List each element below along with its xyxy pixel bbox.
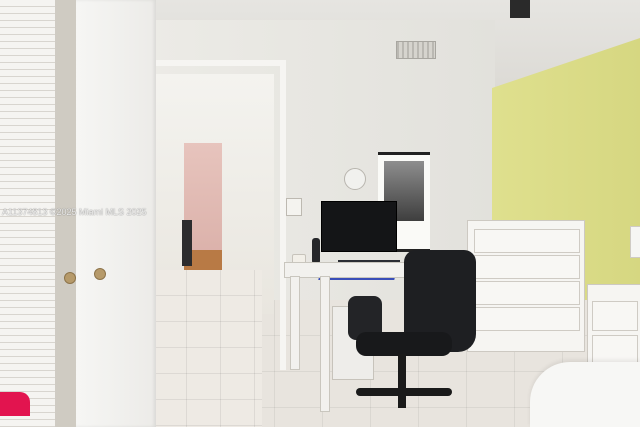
white-dresser [467, 220, 585, 352]
pink-object [0, 392, 30, 416]
drawer [592, 301, 638, 331]
drawer [474, 229, 580, 253]
watermark-text: A11374813 ©2025 Miami MLS 2025 [2, 207, 147, 217]
microphone [312, 238, 320, 264]
drawer [592, 335, 638, 365]
computer-monitor [321, 201, 397, 252]
ceiling-vent [396, 41, 436, 59]
door-lock [64, 272, 76, 284]
chair-post [398, 354, 406, 408]
wall-clock [344, 168, 366, 190]
drawer [474, 255, 580, 279]
office-chair-seat [356, 332, 452, 356]
desk [284, 262, 418, 278]
lamp [630, 226, 640, 258]
chair-base [356, 388, 452, 396]
ceiling-fan [510, 0, 530, 18]
desk-leg [290, 276, 300, 370]
door-knob [94, 268, 106, 280]
doorframe [150, 60, 286, 370]
drawer [474, 307, 580, 331]
bed [530, 362, 640, 427]
light-switch [286, 198, 302, 216]
drawer [474, 281, 580, 305]
desk-leg [320, 276, 330, 412]
